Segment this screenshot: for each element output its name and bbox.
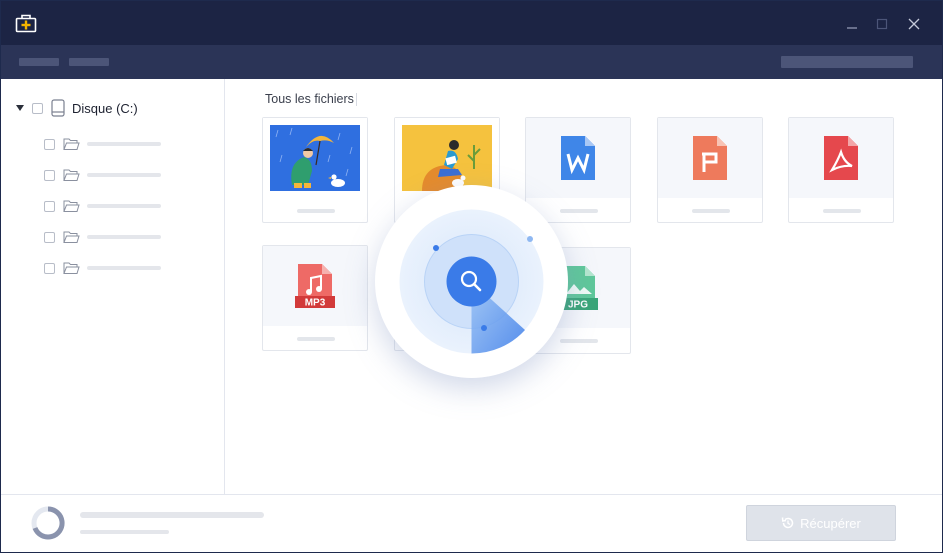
minimize-button[interactable] xyxy=(839,11,865,37)
main-panel: Tous les fichiers MP3 JPG xyxy=(226,79,942,494)
recover-button-label: Récupérer xyxy=(800,515,861,531)
breadcrumb[interactable]: Tous les fichiers xyxy=(265,92,354,106)
disk-icon xyxy=(51,99,65,117)
app-logo-icon xyxy=(15,14,37,33)
toolbar xyxy=(1,45,942,79)
toolbar-placeholder xyxy=(69,58,109,66)
powerpoint-document-icon xyxy=(693,136,727,180)
restore-icon xyxy=(781,517,794,529)
close-icon xyxy=(908,18,920,30)
breadcrumb-divider xyxy=(356,93,357,106)
file-type-card-powerpoint[interactable] xyxy=(657,117,763,223)
footer-bar: Récupérer xyxy=(1,494,942,552)
word-document-icon xyxy=(561,136,595,180)
tree-folder-item[interactable] xyxy=(44,166,161,184)
checkbox[interactable] xyxy=(32,102,43,114)
recover-button[interactable]: Récupérer xyxy=(746,505,896,541)
card-caption-placeholder xyxy=(692,209,730,213)
tree-folder-item[interactable] xyxy=(44,259,161,277)
folder-name-placeholder xyxy=(87,266,161,270)
checkbox[interactable] xyxy=(44,231,55,243)
file-type-card-pdf[interactable] xyxy=(788,117,894,223)
folder-icon xyxy=(63,200,80,212)
tree-root-label: Disque (C:) xyxy=(72,100,138,116)
status-placeholder xyxy=(80,512,264,518)
file-type-card-audio[interactable]: MP3 xyxy=(262,245,368,351)
mp3-badge: MP3 xyxy=(305,298,326,309)
toolbar-placeholder xyxy=(781,56,913,68)
mp3-audio-icon: MP3 xyxy=(295,264,335,309)
checkbox[interactable] xyxy=(44,138,55,150)
jpg-badge: JPG xyxy=(568,300,588,311)
folder-icon xyxy=(63,231,80,243)
folder-icon xyxy=(63,262,80,274)
card-thumbnail xyxy=(658,118,762,198)
sidebar-tree: Disque (C:) xyxy=(1,79,225,494)
tree-folder-item[interactable] xyxy=(44,135,161,153)
card-thumbnail xyxy=(263,118,367,198)
card-caption-placeholder xyxy=(823,209,861,213)
pdf-document-icon xyxy=(824,136,858,180)
tree-folder-item[interactable] xyxy=(44,228,161,246)
folder-name-placeholder xyxy=(87,204,161,208)
photo-umbrella-thumbnail xyxy=(270,125,360,191)
status-placeholder xyxy=(80,530,169,534)
maximize-button[interactable] xyxy=(869,11,895,37)
photo-reading-thumbnail xyxy=(402,125,492,191)
card-caption-placeholder xyxy=(297,337,335,341)
maximize-icon xyxy=(876,18,888,30)
checkbox[interactable] xyxy=(44,169,55,181)
title-bar xyxy=(1,1,942,45)
app-window: Disque (C:) Tous les fichiers MP3 JPG Ré… xyxy=(0,0,943,553)
file-type-card-photo[interactable] xyxy=(262,117,368,223)
card-caption-placeholder xyxy=(297,209,335,213)
folder-name-placeholder xyxy=(87,173,161,177)
scan-radar-graphic xyxy=(399,209,544,354)
checkbox[interactable] xyxy=(44,262,55,274)
folder-icon xyxy=(63,169,80,181)
toolbar-placeholder xyxy=(19,58,59,66)
expand-caret-icon[interactable] xyxy=(16,105,24,111)
scan-radar xyxy=(375,185,568,378)
folder-icon xyxy=(63,138,80,150)
folder-name-placeholder xyxy=(87,142,161,146)
folder-name-placeholder xyxy=(87,235,161,239)
checkbox[interactable] xyxy=(44,200,55,212)
minimize-icon xyxy=(847,27,857,29)
card-thumbnail: MP3 xyxy=(263,246,367,326)
tree-root-disk[interactable]: Disque (C:) xyxy=(16,99,138,117)
close-button[interactable] xyxy=(901,11,927,37)
card-thumbnail xyxy=(789,118,893,198)
progress-ring xyxy=(31,506,65,540)
tree-folder-item[interactable] xyxy=(44,197,161,215)
